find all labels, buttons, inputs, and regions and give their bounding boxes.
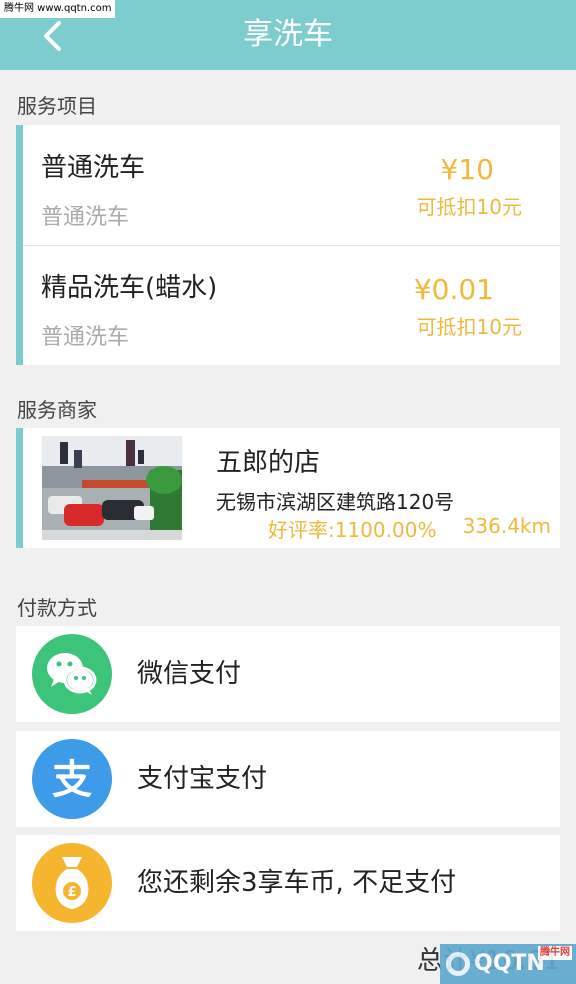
svg-text:支: 支: [52, 757, 92, 803]
payment-label: 支付宝支付: [137, 764, 268, 794]
service-name: 精品洗车(蜡水): [41, 273, 218, 303]
merchant-photo: [42, 436, 182, 540]
money-bag-icon: £: [32, 843, 112, 923]
merchant-rating: 好评率:1100.00%: [268, 518, 437, 542]
svg-text:£: £: [67, 885, 76, 900]
accent-bar: [16, 428, 23, 548]
service-price: ¥10: [440, 153, 494, 186]
service-item-premium-wash[interactable]: 精品洗车(蜡水) 普通洗车 ¥0.01 可抵扣10元: [16, 245, 560, 365]
merchant-card[interactable]: 五郎的店 无锡市滨湖区建筑路120号 好评率:1100.00% 336.4km: [16, 428, 560, 548]
merchant-distance: 336.4km: [462, 514, 551, 538]
payment-label: 您还剩余3享车币, 不足支付: [137, 868, 457, 898]
watermark-top: 腾牛网 www.qqtn.com: [0, 0, 116, 18]
section-label-service-items: 服务项目: [17, 94, 97, 118]
service-price: ¥0.01: [413, 273, 494, 306]
service-deduct: 可抵扣10元: [416, 315, 522, 339]
payment-option-wechat[interactable]: 微信支付: [16, 626, 560, 722]
service-subtitle: 普通洗车: [41, 325, 130, 350]
alipay-icon: 支: [32, 739, 112, 819]
service-deduct: 可抵扣10元: [416, 195, 522, 219]
watermark-text: QQTN: [474, 951, 545, 976]
watermark-bottom: QQTN 腾牛网: [440, 944, 576, 984]
service-item-regular-wash[interactable]: 普通洗车 普通洗车 ¥10 可抵扣10元: [16, 125, 560, 245]
service-name: 普通洗车: [41, 153, 146, 183]
site-logo-icon: [446, 952, 470, 976]
payment-option-alipay[interactable]: 支 支付宝支付: [16, 731, 560, 827]
payment-option-coins[interactable]: £ 您还剩余3享车币, 不足支付: [16, 835, 560, 931]
payment-label: 微信支付: [137, 659, 242, 689]
wechat-icon: [32, 634, 112, 714]
section-label-service-merchant: 服务商家: [17, 398, 97, 422]
watermark-badge: 腾牛网: [538, 946, 572, 960]
service-subtitle: 普通洗车: [41, 205, 130, 230]
section-label-payment-method: 付款方式: [17, 596, 97, 620]
merchant-name: 五郎的店: [216, 448, 321, 478]
merchant-address: 无锡市滨湖区建筑路120号: [216, 490, 455, 514]
service-list: 普通洗车 普通洗车 ¥10 可抵扣10元 精品洗车(蜡水) 普通洗车 ¥0.01…: [16, 125, 560, 365]
